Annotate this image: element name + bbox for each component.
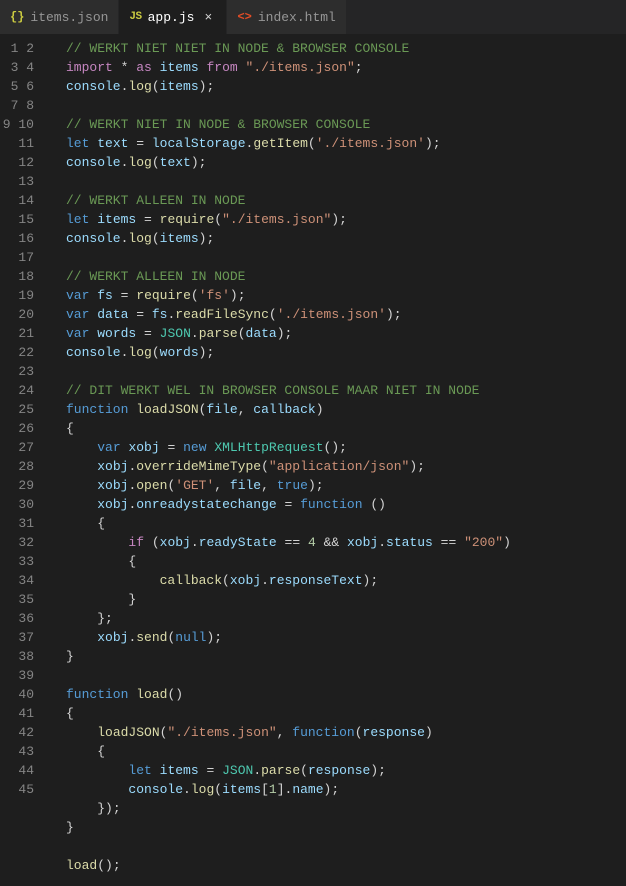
code-area[interactable]: // WERKT NIET NIET IN NODE & BROWSER CON… xyxy=(50,35,511,886)
tab-bar: {} items.json JS app.js × <> index.html xyxy=(0,0,626,35)
tab-app-js[interactable]: JS app.js × xyxy=(119,0,227,34)
close-icon[interactable]: × xyxy=(200,10,216,25)
tab-index-html[interactable]: <> index.html xyxy=(227,0,346,34)
json-icon: {} xyxy=(10,10,24,24)
tab-label: items.json xyxy=(30,10,108,25)
tab-label: index.html xyxy=(258,10,336,25)
line-gutter: 1 2 3 4 5 6 7 8 9 10 11 12 13 14 15 16 1… xyxy=(0,35,50,886)
editor[interactable]: 1 2 3 4 5 6 7 8 9 10 11 12 13 14 15 16 1… xyxy=(0,35,626,886)
tab-label: app.js xyxy=(148,10,195,25)
html-icon: <> xyxy=(237,10,251,24)
tab-items-json[interactable]: {} items.json xyxy=(0,0,119,34)
js-icon: JS xyxy=(129,11,141,23)
